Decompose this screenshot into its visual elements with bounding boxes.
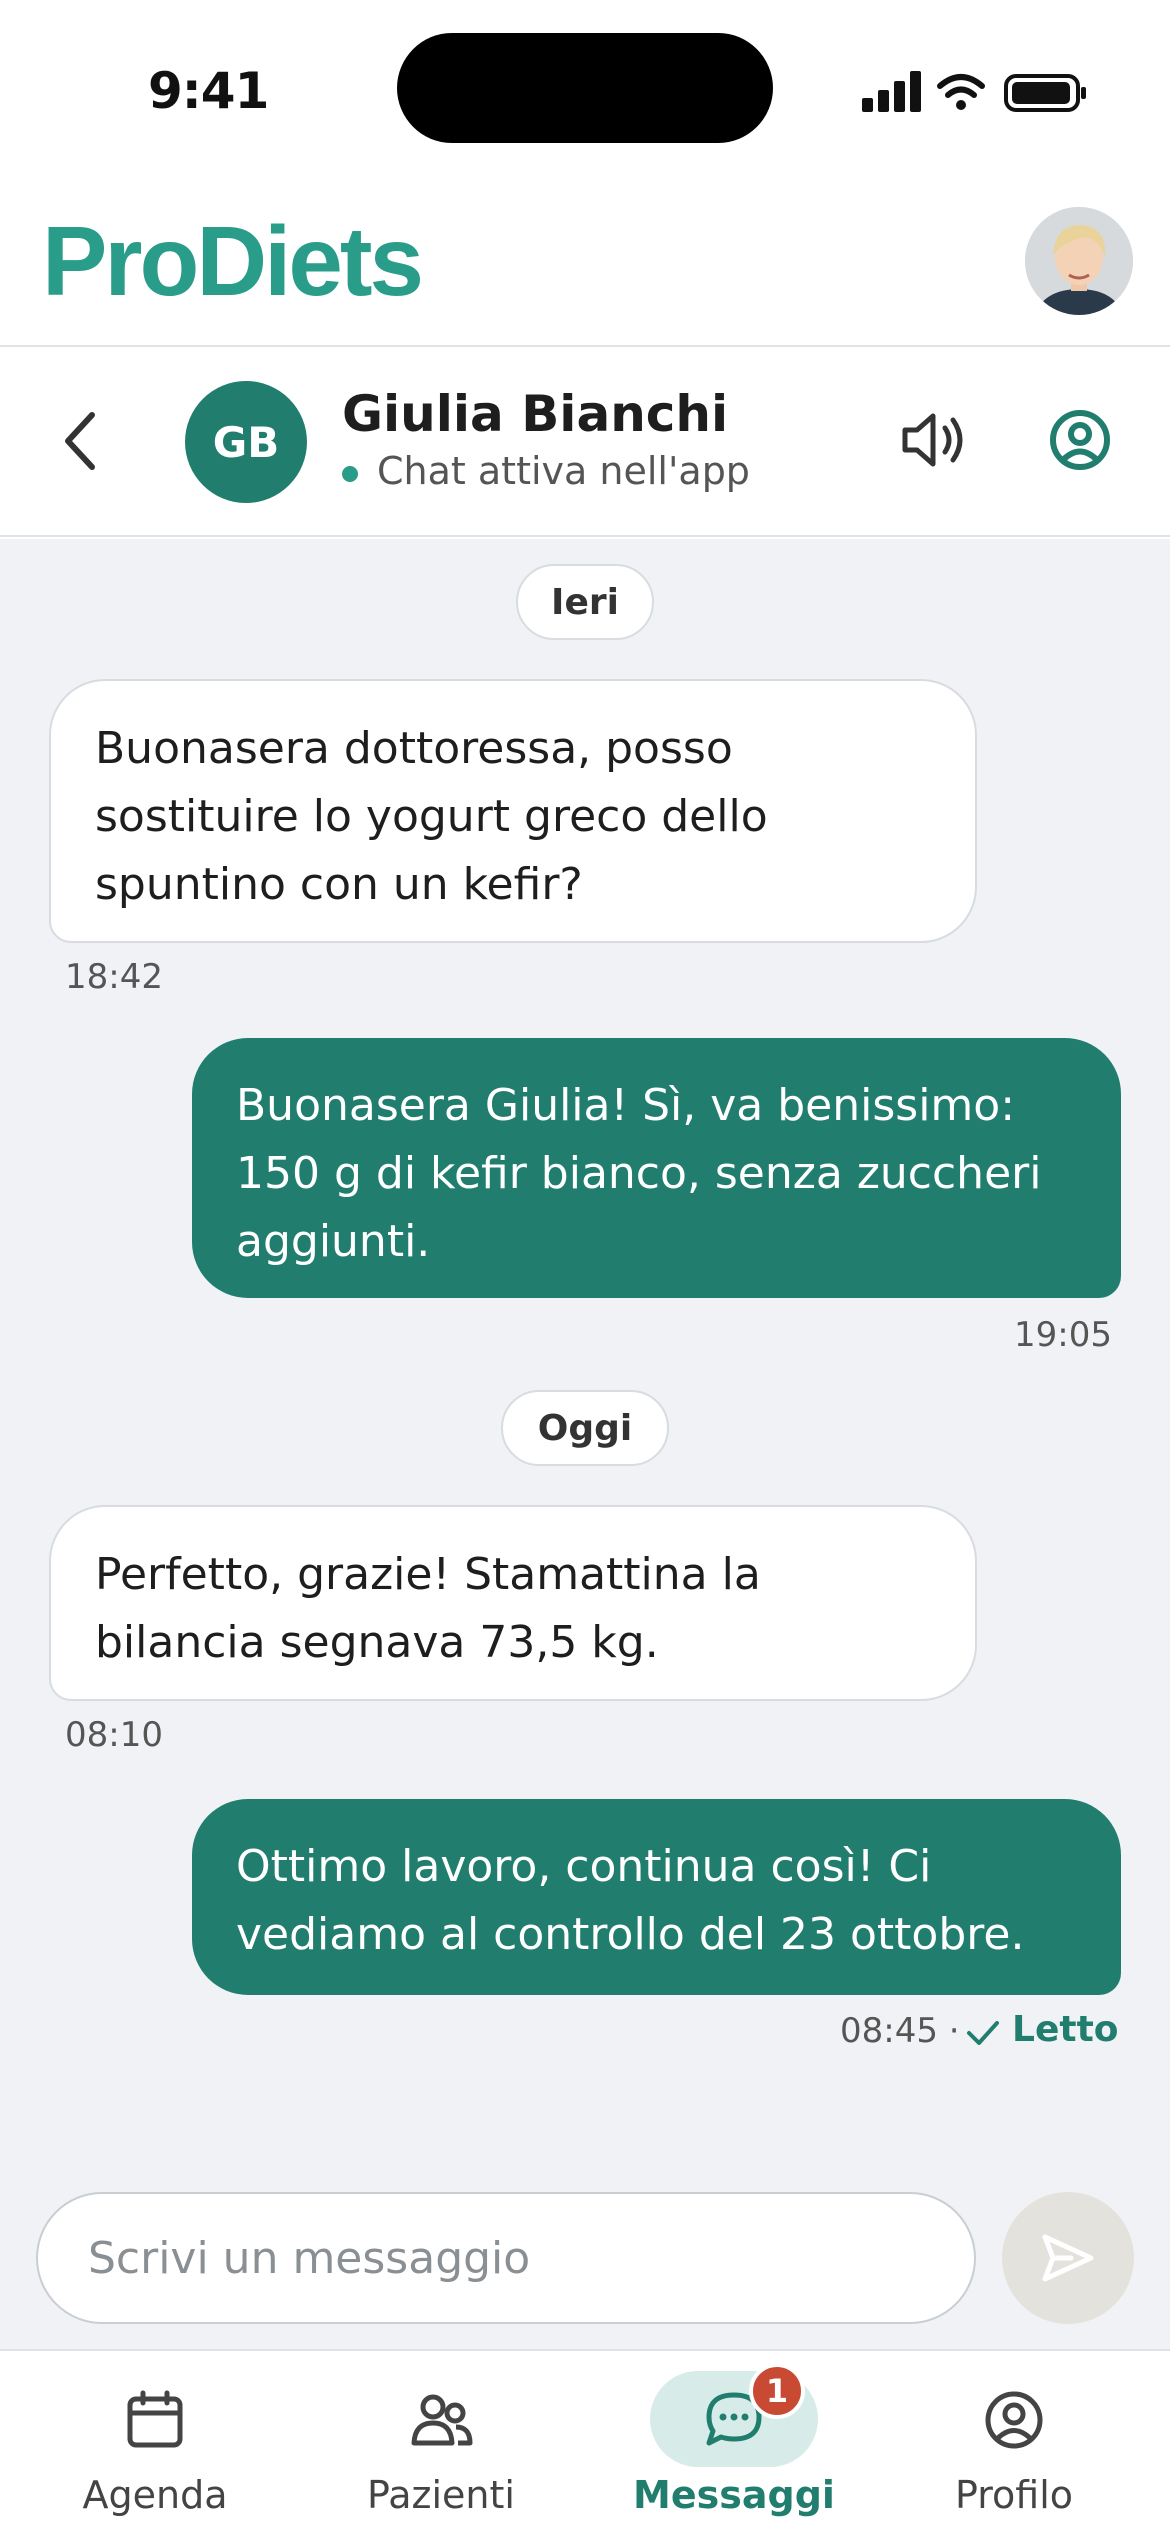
signal-icon bbox=[862, 71, 921, 112]
calendar-icon bbox=[127, 2390, 183, 2448]
read-status: Letto bbox=[1012, 2009, 1119, 2050]
contact-name: Giulia Bianchi bbox=[342, 385, 729, 443]
chat-header: GB Giulia Bianchi Chat attiva nell'app bbox=[0, 349, 1170, 537]
battery-icon bbox=[1004, 74, 1086, 112]
tab-agenda[interactable]: Agenda bbox=[35, 2351, 275, 2532]
day-separator: Oggi bbox=[501, 1390, 669, 1466]
users-icon bbox=[411, 2394, 473, 2446]
chevron-left-icon[interactable] bbox=[52, 401, 122, 481]
status-time: 9:41 bbox=[148, 62, 269, 120]
unread-badge: 1 bbox=[749, 2363, 805, 2419]
tab-messaggi[interactable]: 1 Messaggi bbox=[607, 2351, 861, 2532]
message-time: 08:10 bbox=[65, 1715, 163, 1755]
app-header: ProDiets bbox=[0, 175, 1170, 347]
speaker-icon[interactable] bbox=[895, 400, 975, 480]
status-bar: 9:41 bbox=[0, 0, 1170, 175]
send-button[interactable] bbox=[1002, 2192, 1134, 2324]
dynamic-island bbox=[397, 33, 773, 143]
send-icon bbox=[1042, 2234, 1094, 2282]
message-time: 18:42 bbox=[65, 957, 163, 997]
incoming-message[interactable]: Buonasera dottoressa, posso sostituire l… bbox=[49, 679, 977, 943]
online-status-dot bbox=[342, 466, 358, 482]
contact-avatar[interactable]: GB bbox=[185, 381, 307, 503]
chat-area[interactable]: Ieri Buonasera dottoressa, posso sostitu… bbox=[0, 539, 1170, 2349]
app-logo: ProDiets bbox=[42, 206, 424, 316]
message-time: 08:45 · bbox=[840, 2011, 960, 2051]
day-separator: Ieri bbox=[516, 564, 654, 640]
outgoing-message[interactable]: Ottimo lavoro, continua così! Ci vediamo… bbox=[192, 1799, 1121, 1995]
message-time: 19:05 bbox=[1014, 1315, 1112, 1355]
tab-pazienti[interactable]: Pazienti bbox=[321, 2351, 561, 2532]
tab-label: Agenda bbox=[82, 2473, 228, 2517]
tab-label: Messaggi bbox=[633, 2473, 835, 2517]
message-input[interactable]: Scrivi un messaggio bbox=[36, 2192, 976, 2324]
wifi-icon bbox=[937, 74, 985, 110]
contact-status: Chat attiva nell'app bbox=[377, 449, 750, 493]
check-icon bbox=[967, 2021, 999, 2045]
outgoing-message[interactable]: Buonasera Giulia! Sì, va benissimo: 150 … bbox=[192, 1038, 1121, 1298]
user-circle-icon bbox=[985, 2391, 1043, 2449]
incoming-message[interactable]: Perfetto, grazie! Stamattina la bilancia… bbox=[49, 1505, 977, 1701]
tab-label: Profilo bbox=[954, 2473, 1074, 2517]
tab-label: Pazienti bbox=[367, 2473, 515, 2517]
user-circle-icon[interactable] bbox=[1040, 400, 1120, 480]
status-icons bbox=[862, 71, 1086, 112]
user-avatar[interactable] bbox=[1025, 207, 1133, 315]
tab-profilo[interactable]: Profilo bbox=[894, 2351, 1134, 2532]
tab-bar: Agenda Pazienti 1 Messaggi Profilo bbox=[0, 2349, 1170, 2532]
